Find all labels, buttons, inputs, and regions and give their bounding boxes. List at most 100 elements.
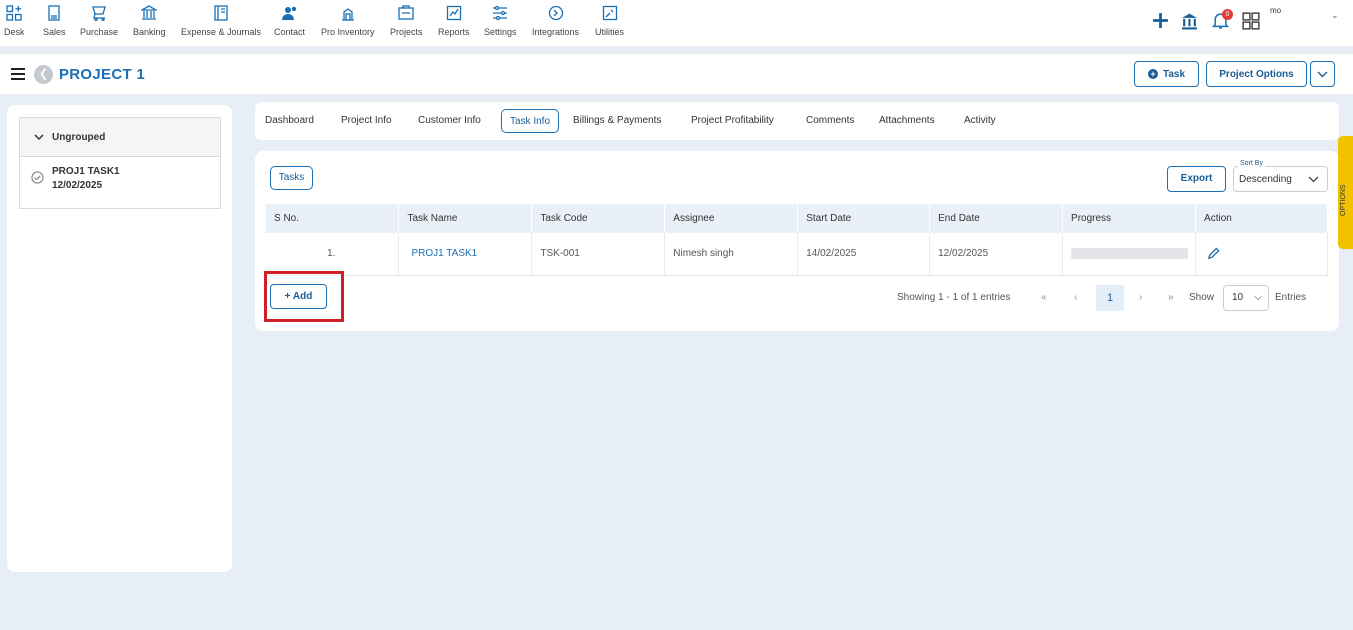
cell-assignee: Nimesh singh — [664, 233, 799, 275]
chevron-down-icon — [34, 133, 44, 140]
cell-sno: 1. — [266, 233, 400, 275]
tab-billings-payments[interactable]: Billings & Payments — [573, 109, 661, 133]
add-task-label: Task — [1162, 68, 1186, 80]
nav-projects-label: Projects — [390, 27, 423, 37]
column-header-sno[interactable]: S No. — [266, 204, 400, 233]
add-task-row-button[interactable]: + Add — [270, 284, 327, 309]
table-header-row: S No. Task Name Task Code Assignee Start… — [266, 204, 1328, 233]
tab-comments[interactable]: Comments — [806, 109, 854, 133]
nav-expense-journals[interactable]: Expense & Journals — [181, 5, 261, 37]
building-icon — [1182, 13, 1197, 30]
add-task-button[interactable]: + Task — [1134, 61, 1199, 87]
page-size-value: 10 — [1232, 292, 1244, 303]
last-page-icon[interactable]: » — [1168, 285, 1174, 311]
nav-purchase[interactable]: Purchase — [80, 5, 118, 37]
nav-reports[interactable]: Reports — [438, 5, 470, 37]
show-label: Show — [1189, 292, 1215, 303]
options-tab-label: OPTIONS — [1340, 184, 1347, 216]
chevron-down-icon: ⌵ — [1254, 292, 1262, 303]
chevron-left-icon: ❮ — [38, 68, 49, 80]
tab-attachments[interactable]: Attachments — [879, 109, 935, 133]
column-header-action: Action — [1195, 204, 1328, 233]
project-options-dropdown[interactable] — [1310, 61, 1335, 87]
journal-icon — [214, 5, 228, 21]
column-header-start-date[interactable]: Start Date — [797, 204, 931, 233]
task-name-link[interactable]: PROJ1 TASK1 — [398, 233, 533, 275]
page-size-select[interactable]: 10 ⌵ — [1223, 285, 1269, 311]
pagination-summary: Showing 1 - 1 of 1 entries — [897, 292, 1011, 303]
nav-pro-inventory-label: Pro Inventory — [321, 27, 375, 37]
nav-pro-inventory[interactable]: Pro Inventory — [321, 5, 375, 37]
tab-project-info[interactable]: Project Info — [341, 109, 392, 133]
sidebar-task-item[interactable]: PROJ1 TASK1 12/02/2025 — [20, 157, 220, 208]
export-button[interactable]: Export — [1167, 166, 1226, 192]
first-page-icon[interactable]: « — [1041, 285, 1047, 311]
desk-icon — [6, 5, 22, 21]
add-new-button[interactable] — [1152, 12, 1169, 34]
sidebar-task-date: 12/02/2025 — [52, 180, 103, 191]
bank-icon — [141, 5, 158, 20]
column-header-task-code[interactable]: Task Code — [531, 204, 666, 233]
cell-progress — [1062, 233, 1197, 275]
nav-sales[interactable]: Sales — [43, 5, 66, 37]
apps-button[interactable] — [1242, 12, 1260, 35]
tab-activity[interactable]: Activity — [964, 109, 996, 133]
task-info-panel: Tasks Export Sort By Descending S No. Ta… — [255, 151, 1339, 331]
reports-icon — [446, 5, 461, 21]
group-header[interactable]: Ungrouped — [20, 118, 220, 157]
nav-contact[interactable]: Contact — [274, 5, 305, 37]
nav-banking[interactable]: Banking — [133, 5, 166, 37]
notifications-button[interactable]: 0 — [1211, 9, 1233, 32]
sort-by-value: Descending — [1239, 174, 1292, 185]
options-side-tab[interactable]: OPTIONS — [1338, 136, 1353, 249]
chevron-down-icon[interactable]: ⌄ — [1331, 10, 1339, 21]
next-page-icon[interactable]: › — [1139, 285, 1142, 311]
sort-by-select[interactable]: Sort By Descending — [1233, 160, 1328, 192]
nav-projects[interactable]: Projects — [390, 5, 423, 37]
sort-by-label: Sort By — [1238, 160, 1265, 167]
cell-start-date: 14/02/2025 — [797, 233, 931, 275]
chevron-down-icon — [1317, 71, 1328, 77]
check-circle-icon — [31, 171, 44, 184]
task-group: Ungrouped PROJ1 TASK1 12/02/2025 — [19, 117, 221, 209]
integrations-icon — [548, 5, 563, 21]
nav-utilities[interactable]: Utilities — [595, 5, 624, 37]
nav-integrations[interactable]: Integrations — [532, 5, 579, 37]
tasks-button[interactable]: Tasks — [270, 166, 313, 190]
project-tabs: Dashboard Project Info Customer Info Tas… — [255, 102, 1339, 140]
back-button[interactable]: ❮ — [34, 65, 53, 84]
nav-settings[interactable]: Settings — [484, 5, 517, 37]
nav-integrations-label: Integrations — [532, 27, 580, 37]
nav-desk[interactable]: Desk — [4, 5, 25, 37]
cell-end-date: 12/02/2025 — [929, 233, 1064, 275]
column-header-progress[interactable]: Progress — [1062, 204, 1197, 233]
nav-reports-label: Reports — [438, 27, 470, 37]
previous-page-icon[interactable]: ‹ — [1074, 285, 1077, 311]
tasks-table: S No. Task Name Task Code Assignee Start… — [266, 204, 1328, 276]
current-page-button[interactable]: 1 — [1096, 285, 1124, 311]
company-button[interactable] — [1181, 12, 1198, 35]
nav-utilities-label: Utilities — [595, 27, 625, 37]
entries-label: Entries — [1275, 292, 1307, 303]
project-options-button[interactable]: Project Options — [1206, 61, 1307, 87]
projects-icon — [398, 5, 414, 20]
sales-icon — [48, 5, 60, 21]
nav-sales-label: Sales — [43, 27, 66, 37]
hamburger-menu-icon[interactable] — [11, 68, 25, 80]
column-header-task-name[interactable]: Task Name — [398, 204, 533, 233]
purchase-icon — [92, 6, 106, 21]
plus-circle-icon: + — [1147, 69, 1158, 79]
page-header: ❮ PROJECT 1 + Task Project Options — [0, 54, 1353, 94]
chevron-down-icon — [1308, 176, 1319, 183]
tab-dashboard[interactable]: Dashboard — [265, 109, 314, 133]
tab-project-profitability[interactable]: Project Profitability — [691, 109, 774, 133]
edit-pencil-icon[interactable] — [1207, 247, 1220, 260]
column-header-assignee[interactable]: Assignee — [664, 204, 799, 233]
column-header-end-date[interactable]: End Date — [929, 204, 1064, 233]
user-name[interactable]: mo — [1270, 6, 1281, 15]
tab-customer-info[interactable]: Customer Info — [418, 109, 481, 133]
tab-task-info[interactable]: Task Info — [501, 109, 559, 133]
progress-bar — [1071, 248, 1189, 260]
apps-grid-icon — [1242, 12, 1260, 30]
contact-icon — [281, 6, 296, 20]
